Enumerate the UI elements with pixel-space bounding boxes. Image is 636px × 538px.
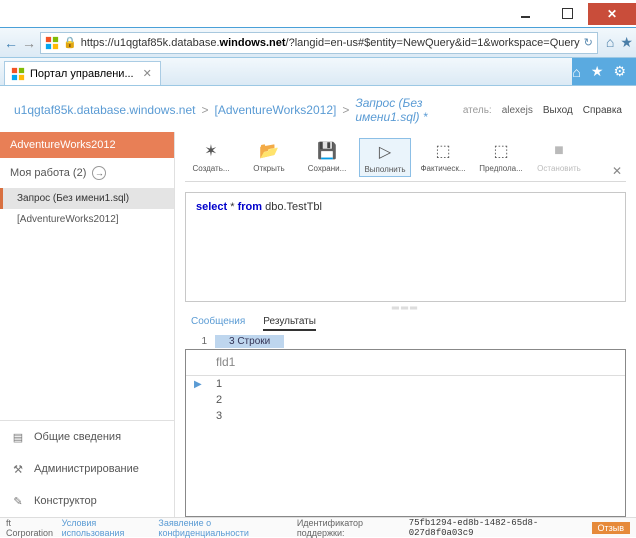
site-favicon — [45, 36, 59, 50]
admin-icon: ⚒ — [10, 461, 26, 477]
help-link[interactable]: Справка — [583, 105, 622, 116]
results-grid: fld1 ▶123 — [185, 349, 626, 517]
breadcrumb-host[interactable]: u1qgtaf85k.database.windows.net — [14, 103, 195, 117]
close-button[interactable] — [588, 3, 636, 25]
star-icon[interactable]: ★ — [591, 63, 604, 80]
sidebar-mywork-label: Моя работа (2) — [10, 167, 86, 179]
sql-keyword: select — [196, 201, 227, 213]
open-icon: 📂 — [257, 140, 281, 162]
sidebar-mywork[interactable]: Моя работа (2) → — [0, 158, 174, 188]
panel-close-icon[interactable]: ✕ — [612, 164, 622, 178]
browser-tab-row: Портал управлени... ✕ ⌂ ★ ⚙ — [0, 58, 636, 86]
tab-favicon — [11, 67, 25, 81]
page-top-tools: ⌂ ★ ⚙ — [572, 58, 636, 85]
save-icon: 💾 — [315, 140, 339, 162]
user-block: атель: alexejs Выход Справка — [463, 105, 622, 116]
breadcrumb-sep: > — [342, 103, 349, 117]
grid-row[interactable]: ▶1 — [186, 376, 625, 392]
home-icon[interactable]: ⌂ — [606, 34, 614, 51]
open-button[interactable]: 📂Открыть — [243, 138, 295, 177]
sidebar-db-header[interactable]: AdventureWorks2012 — [0, 132, 174, 158]
footer-terms-link[interactable]: Условия использования — [62, 518, 153, 538]
user-name: alexejs — [502, 105, 533, 116]
stop-icon: ■ — [547, 140, 571, 162]
designer-icon: ✎ — [10, 493, 26, 509]
sql-keyword: from — [238, 201, 262, 213]
window-titlebar — [0, 0, 636, 28]
maximize-button[interactable] — [546, 3, 588, 25]
sidebar-nav-overview[interactable]: ▤Общие сведения — [0, 421, 174, 453]
tab-title: Портал управлени... — [30, 68, 134, 80]
row-count-bar: 1 3 Строки — [185, 335, 626, 348]
logout-link[interactable]: Выход — [543, 105, 573, 116]
home-icon[interactable]: ⌂ — [572, 64, 580, 80]
run-button[interactable]: ▷Выполнить — [359, 138, 411, 177]
breadcrumb-db[interactable]: [AdventureWorks2012] — [214, 103, 336, 117]
url-field[interactable]: 🔒 https://u1qgtaf85k.database.windows.ne… — [40, 32, 598, 54]
sidebar-bottom-nav: ▤Общие сведения⚒Администрирование✎Констр… — [0, 420, 174, 517]
tab-messages[interactable]: Сообщения — [191, 316, 245, 331]
back-button[interactable]: ← — [4, 31, 18, 55]
sidebar: AdventureWorks2012 Моя работа (2) → Запр… — [0, 132, 175, 517]
url-text: https://u1qgtaf85k.database.windows.net/… — [81, 37, 580, 49]
breadcrumb-sep: > — [201, 103, 208, 117]
splitter-handle[interactable]: ═══ — [185, 302, 626, 314]
arrow-right-icon: → — [92, 166, 106, 180]
save-button[interactable]: 💾Сохрани... — [301, 138, 353, 177]
window-buttons — [504, 3, 636, 25]
user-label: атель: — [463, 105, 492, 116]
refresh-icon[interactable]: ↻ — [584, 36, 593, 49]
footer-support-id: 75fb1294-ed8b-1482-65d8-027d8f0a03c9 — [409, 518, 586, 538]
sidebar-item[interactable]: [AdventureWorks2012] — [0, 209, 174, 230]
row-indicator-icon: ▶ — [194, 379, 212, 390]
minimize-button[interactable] — [504, 3, 546, 25]
sql-editor[interactable]: select * from dbo.TestTbl — [185, 192, 626, 302]
create-icon: ✶ — [199, 140, 223, 162]
stop-button: ■Остановить — [533, 138, 585, 177]
estim-icon: ⬚ — [489, 140, 513, 162]
query-toolbar: ✶Создать...📂Открыть💾Сохрани...▷Выполнить… — [185, 138, 626, 182]
grid-row[interactable]: 3 — [186, 408, 625, 424]
browser-address-bar: ← → 🔒 https://u1qgtaf85k.database.window… — [0, 28, 636, 58]
favorites-icon[interactable]: ★ — [620, 34, 633, 51]
run-icon: ▷ — [373, 141, 397, 163]
overview-icon: ▤ — [10, 429, 26, 445]
tab-close-icon[interactable]: ✕ — [143, 67, 152, 80]
sidebar-nav-admin[interactable]: ⚒Администрирование — [0, 453, 174, 485]
main-area: AdventureWorks2012 Моя работа (2) → Запр… — [0, 132, 636, 517]
sidebar-items: Запрос (Без имени1.sql)[AdventureWorks20… — [0, 188, 174, 420]
breadcrumb-current: Запрос (Без имени1.sql) * — [355, 96, 462, 124]
row-count-index: 1 — [185, 336, 215, 347]
actual-icon: ⬚ — [431, 140, 455, 162]
browser-tab[interactable]: Портал управлени... ✕ — [4, 61, 161, 85]
tab-results[interactable]: Результаты — [263, 316, 316, 331]
create-button[interactable]: ✶Создать... — [185, 138, 237, 177]
breadcrumb: u1qgtaf85k.database.windows.net > [Adven… — [14, 96, 463, 124]
sidebar-item[interactable]: Запрос (Без имени1.sql) — [0, 188, 174, 209]
page-header: u1qgtaf85k.database.windows.net > [Adven… — [0, 86, 636, 132]
footer-corp: ft Corporation — [6, 518, 56, 538]
gear-icon[interactable]: ⚙ — [613, 63, 626, 80]
actual-button[interactable]: ⬚Фактическ... — [417, 138, 469, 177]
sidebar-nav-designer[interactable]: ✎Конструктор — [0, 485, 174, 517]
grid-column-header[interactable]: fld1 — [186, 350, 625, 376]
footer-support-label: Идентификатор поддержки: — [297, 518, 403, 538]
footer-privacy-link[interactable]: Заявление о конфиденциальности — [158, 518, 290, 538]
row-count-text: 3 Строки — [215, 335, 284, 348]
forward-button[interactable]: → — [22, 31, 36, 55]
grid-row[interactable]: 2 — [186, 392, 625, 408]
content-area: ✶Создать...📂Открыть💾Сохрани...▷Выполнить… — [175, 132, 636, 517]
estim-button[interactable]: ⬚Предпола... — [475, 138, 527, 177]
lock-icon: 🔒 — [63, 36, 77, 49]
footer-feedback-button[interactable]: Отзыв — [592, 522, 631, 534]
result-tabs: Сообщения Результаты — [185, 314, 626, 335]
browser-tools: ⌂ ★ ⚙ — [602, 34, 636, 51]
page-footer: ft Corporation Условия использования Зая… — [0, 517, 636, 537]
